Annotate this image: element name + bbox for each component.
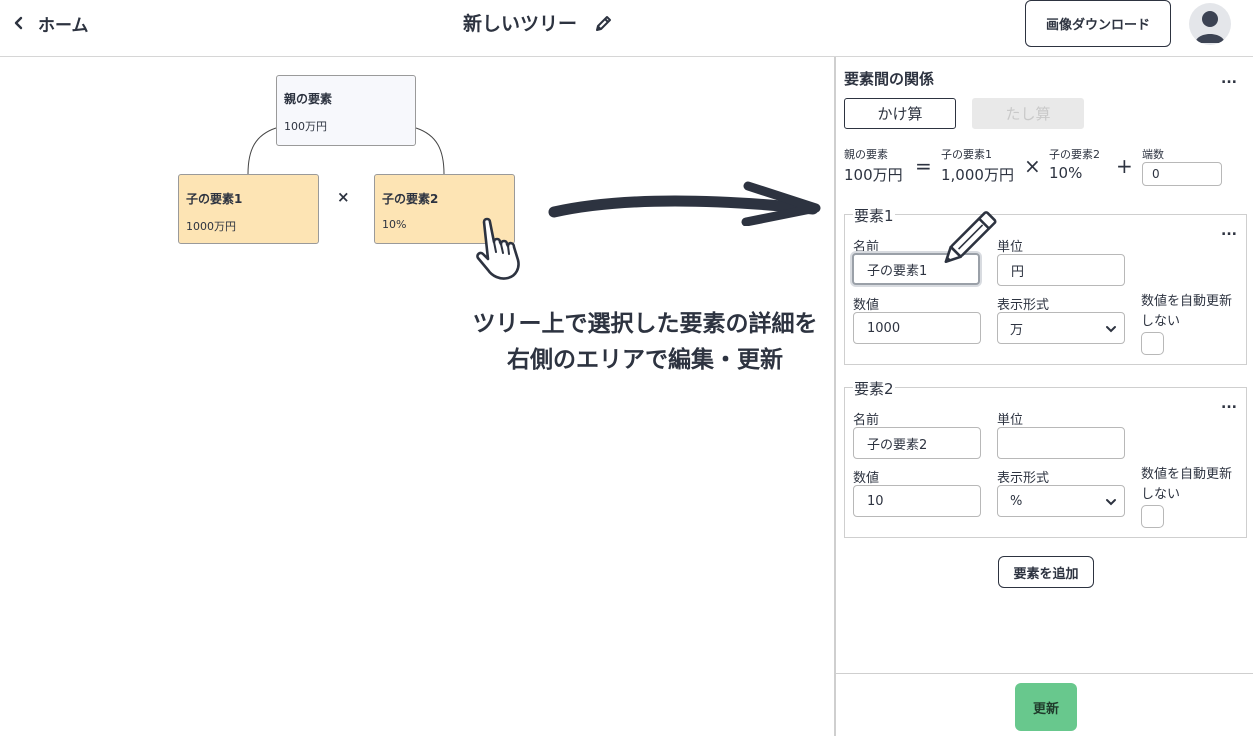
formula-child1-label: 子の要素1: [941, 148, 992, 161]
download-image-button[interactable]: 画像ダウンロード: [1025, 0, 1171, 47]
element-1-unit-input[interactable]: [997, 254, 1125, 286]
format-label: 表示形式: [997, 298, 1050, 313]
panel-divider: [834, 57, 836, 736]
auto-update-label: 数値を自動更新しない: [1141, 294, 1233, 329]
pointing-hand-icon: [476, 217, 520, 280]
element-1-legend: 要素1: [853, 205, 895, 226]
tree-connectors: [247, 127, 445, 175]
user-icon: [1195, 11, 1225, 43]
chevron-down-icon: [1106, 326, 1116, 333]
node-name: 子の要素1: [186, 192, 243, 206]
pencil-illustration-icon: [944, 211, 997, 264]
add-element-button[interactable]: 要素を追加: [998, 556, 1094, 588]
element-2-number-input[interactable]: [853, 485, 981, 517]
times-sign: ×: [1024, 154, 1041, 178]
update-button[interactable]: 更新: [1015, 683, 1077, 731]
element-2-more-icon[interactable]: ...: [1221, 397, 1237, 411]
tree-node-parent[interactable]: 親の要素 100万円: [276, 75, 416, 146]
format-value: %: [1010, 493, 1023, 509]
formula-child2-label: 子の要素2: [1049, 148, 1100, 161]
equals-sign: =: [915, 154, 932, 178]
chevron-down-icon: [1106, 499, 1116, 506]
node-value: 100万円: [284, 120, 327, 133]
format-value: 万: [1010, 322, 1024, 338]
name-label: 名前: [853, 413, 880, 428]
tree-operator: ×: [337, 188, 350, 206]
formula-parent-label: 親の要素: [844, 148, 888, 161]
formula-child1-value: 1,000万円: [941, 166, 1014, 184]
node-name: 親の要素: [284, 92, 333, 106]
element-2-format-select[interactable]: %: [997, 485, 1125, 517]
formula-child2-value: 10%: [1049, 164, 1083, 182]
caption-line-2: 右側のエリアで編集・更新: [507, 347, 783, 373]
remainder-input[interactable]: [1142, 162, 1222, 186]
avatar[interactable]: [1189, 3, 1231, 45]
element-2-auto-update-checkbox[interactable]: [1141, 505, 1164, 528]
element-2-name-input[interactable]: [853, 427, 981, 459]
node-name: 子の要素2: [382, 192, 439, 206]
multiply-button[interactable]: かけ算: [844, 98, 956, 129]
element-1-auto-update-checkbox[interactable]: [1141, 332, 1164, 355]
element-2-legend: 要素2: [853, 378, 895, 399]
add-operation-button[interactable]: たし算: [972, 98, 1084, 129]
element-1-number-input[interactable]: [853, 312, 981, 344]
format-label: 表示形式: [997, 471, 1050, 486]
formula-parent-value: 100万円: [844, 166, 903, 184]
node-value: 1000万円: [186, 220, 236, 233]
number-label: 数値: [853, 471, 880, 486]
more-options-icon[interactable]: ...: [1221, 72, 1237, 86]
number-label: 数値: [853, 298, 880, 313]
element-1-more-icon[interactable]: ...: [1221, 224, 1237, 238]
unit-label: 単位: [997, 413, 1024, 428]
arrow-right-icon: [548, 181, 821, 226]
caption-line-1: ツリー上で選択した要素の詳細を: [472, 311, 818, 337]
element-2-unit-input[interactable]: [997, 427, 1125, 459]
remainder-label: 端数: [1142, 148, 1164, 161]
panel-title: 要素間の関係: [844, 70, 935, 88]
plus-sign: +: [1116, 154, 1133, 178]
element-1-format-select[interactable]: 万: [997, 312, 1125, 344]
tree-node-child-1[interactable]: 子の要素1 1000万円: [178, 174, 319, 244]
auto-update-label: 数値を自動更新しない: [1141, 467, 1233, 502]
instruction-caption: ツリー上で選択した要素の詳細を 右側のエリアで編集・更新: [440, 306, 850, 378]
